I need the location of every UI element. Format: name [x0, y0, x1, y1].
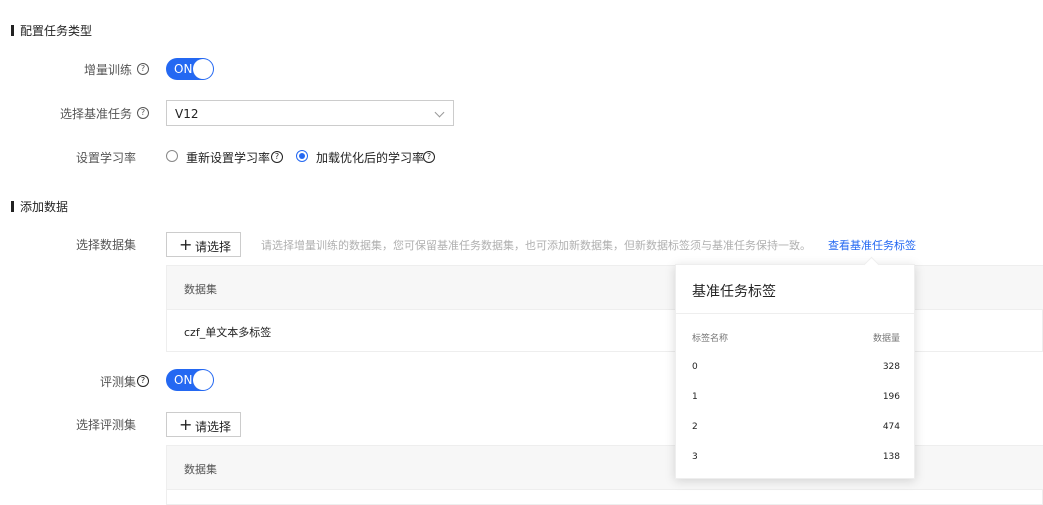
select-eval-button-label: 请选择	[195, 420, 232, 434]
select-dataset-button-label: 请选择	[195, 240, 232, 254]
toggle-knob	[193, 59, 213, 79]
label-name: 1	[692, 392, 698, 402]
popover-divider	[676, 313, 914, 314]
plus-icon: +	[179, 235, 193, 254]
popover-col-name: 标签名称	[692, 334, 729, 344]
label-name: 0	[692, 362, 698, 372]
radio-load-lr[interactable]	[296, 150, 308, 162]
view-base-labels-link[interactable]: 查看基准任务标签	[828, 237, 916, 253]
dataset-label: 选择数据集	[75, 238, 136, 252]
section-title-data: 添加数据	[20, 200, 69, 214]
label-count: 138	[882, 452, 900, 462]
radio-reset-lr-label[interactable]: 重新设置学习率	[186, 149, 270, 166]
eval-toggle[interactable]: ON	[166, 369, 214, 391]
base-task-value: V12	[175, 107, 199, 121]
base-task-select[interactable]: V12	[166, 100, 454, 126]
chevron-down-icon	[434, 107, 445, 118]
table-header-dataset: 数据集	[184, 463, 217, 476]
popover-arrow	[863, 256, 880, 273]
popover-title: 基准任务标签	[692, 284, 776, 300]
help-icon[interactable]: ?	[271, 151, 283, 163]
section-title-task-type: 配置任务类型	[20, 24, 93, 38]
learning-rate-label: 设置学习率	[75, 151, 136, 165]
help-icon[interactable]: ?	[137, 107, 149, 119]
eval-label: 评测集	[99, 375, 136, 389]
label-count: 474	[882, 422, 900, 432]
label-count: 196	[882, 392, 900, 402]
toggle-state: ON	[174, 62, 193, 76]
table-header-dataset: 数据集	[184, 283, 217, 296]
section-marker	[11, 201, 14, 212]
incremental-toggle[interactable]: ON	[166, 58, 214, 80]
base-labels-popover: 基准任务标签 标签名称 数据量 0 328 1 196 2 474 3 138	[675, 256, 915, 479]
toggle-knob	[193, 370, 213, 390]
base-task-label: 选择基准任务	[59, 107, 132, 121]
popover-col-count: 数据量	[872, 334, 900, 344]
help-icon[interactable]: ?	[423, 151, 435, 163]
section-marker	[11, 25, 14, 36]
toggle-state: ON	[174, 373, 193, 387]
incremental-label: 增量训练	[83, 63, 132, 77]
select-dataset-button[interactable]: + 请选择	[166, 232, 241, 257]
dataset-hint: 请选择增量训练的数据集，您可保留基准任务数据集，也可添加新数据集，但新数据标签须…	[261, 239, 811, 252]
eval-select-label: 选择评测集	[75, 418, 136, 432]
plus-icon: +	[179, 415, 193, 434]
help-icon[interactable]: ?	[137, 63, 149, 75]
select-eval-button[interactable]: + 请选择	[166, 412, 241, 437]
label-count: 328	[882, 362, 900, 372]
label-name: 2	[692, 422, 698, 432]
dataset-name: czf_单文本多标签	[184, 326, 272, 339]
help-icon[interactable]: ?	[137, 375, 149, 387]
label-name: 3	[692, 452, 698, 462]
radio-dot	[299, 153, 305, 159]
radio-reset-lr[interactable]	[166, 150, 178, 162]
radio-load-lr-label[interactable]: 加载优化后的学习率	[316, 149, 424, 166]
